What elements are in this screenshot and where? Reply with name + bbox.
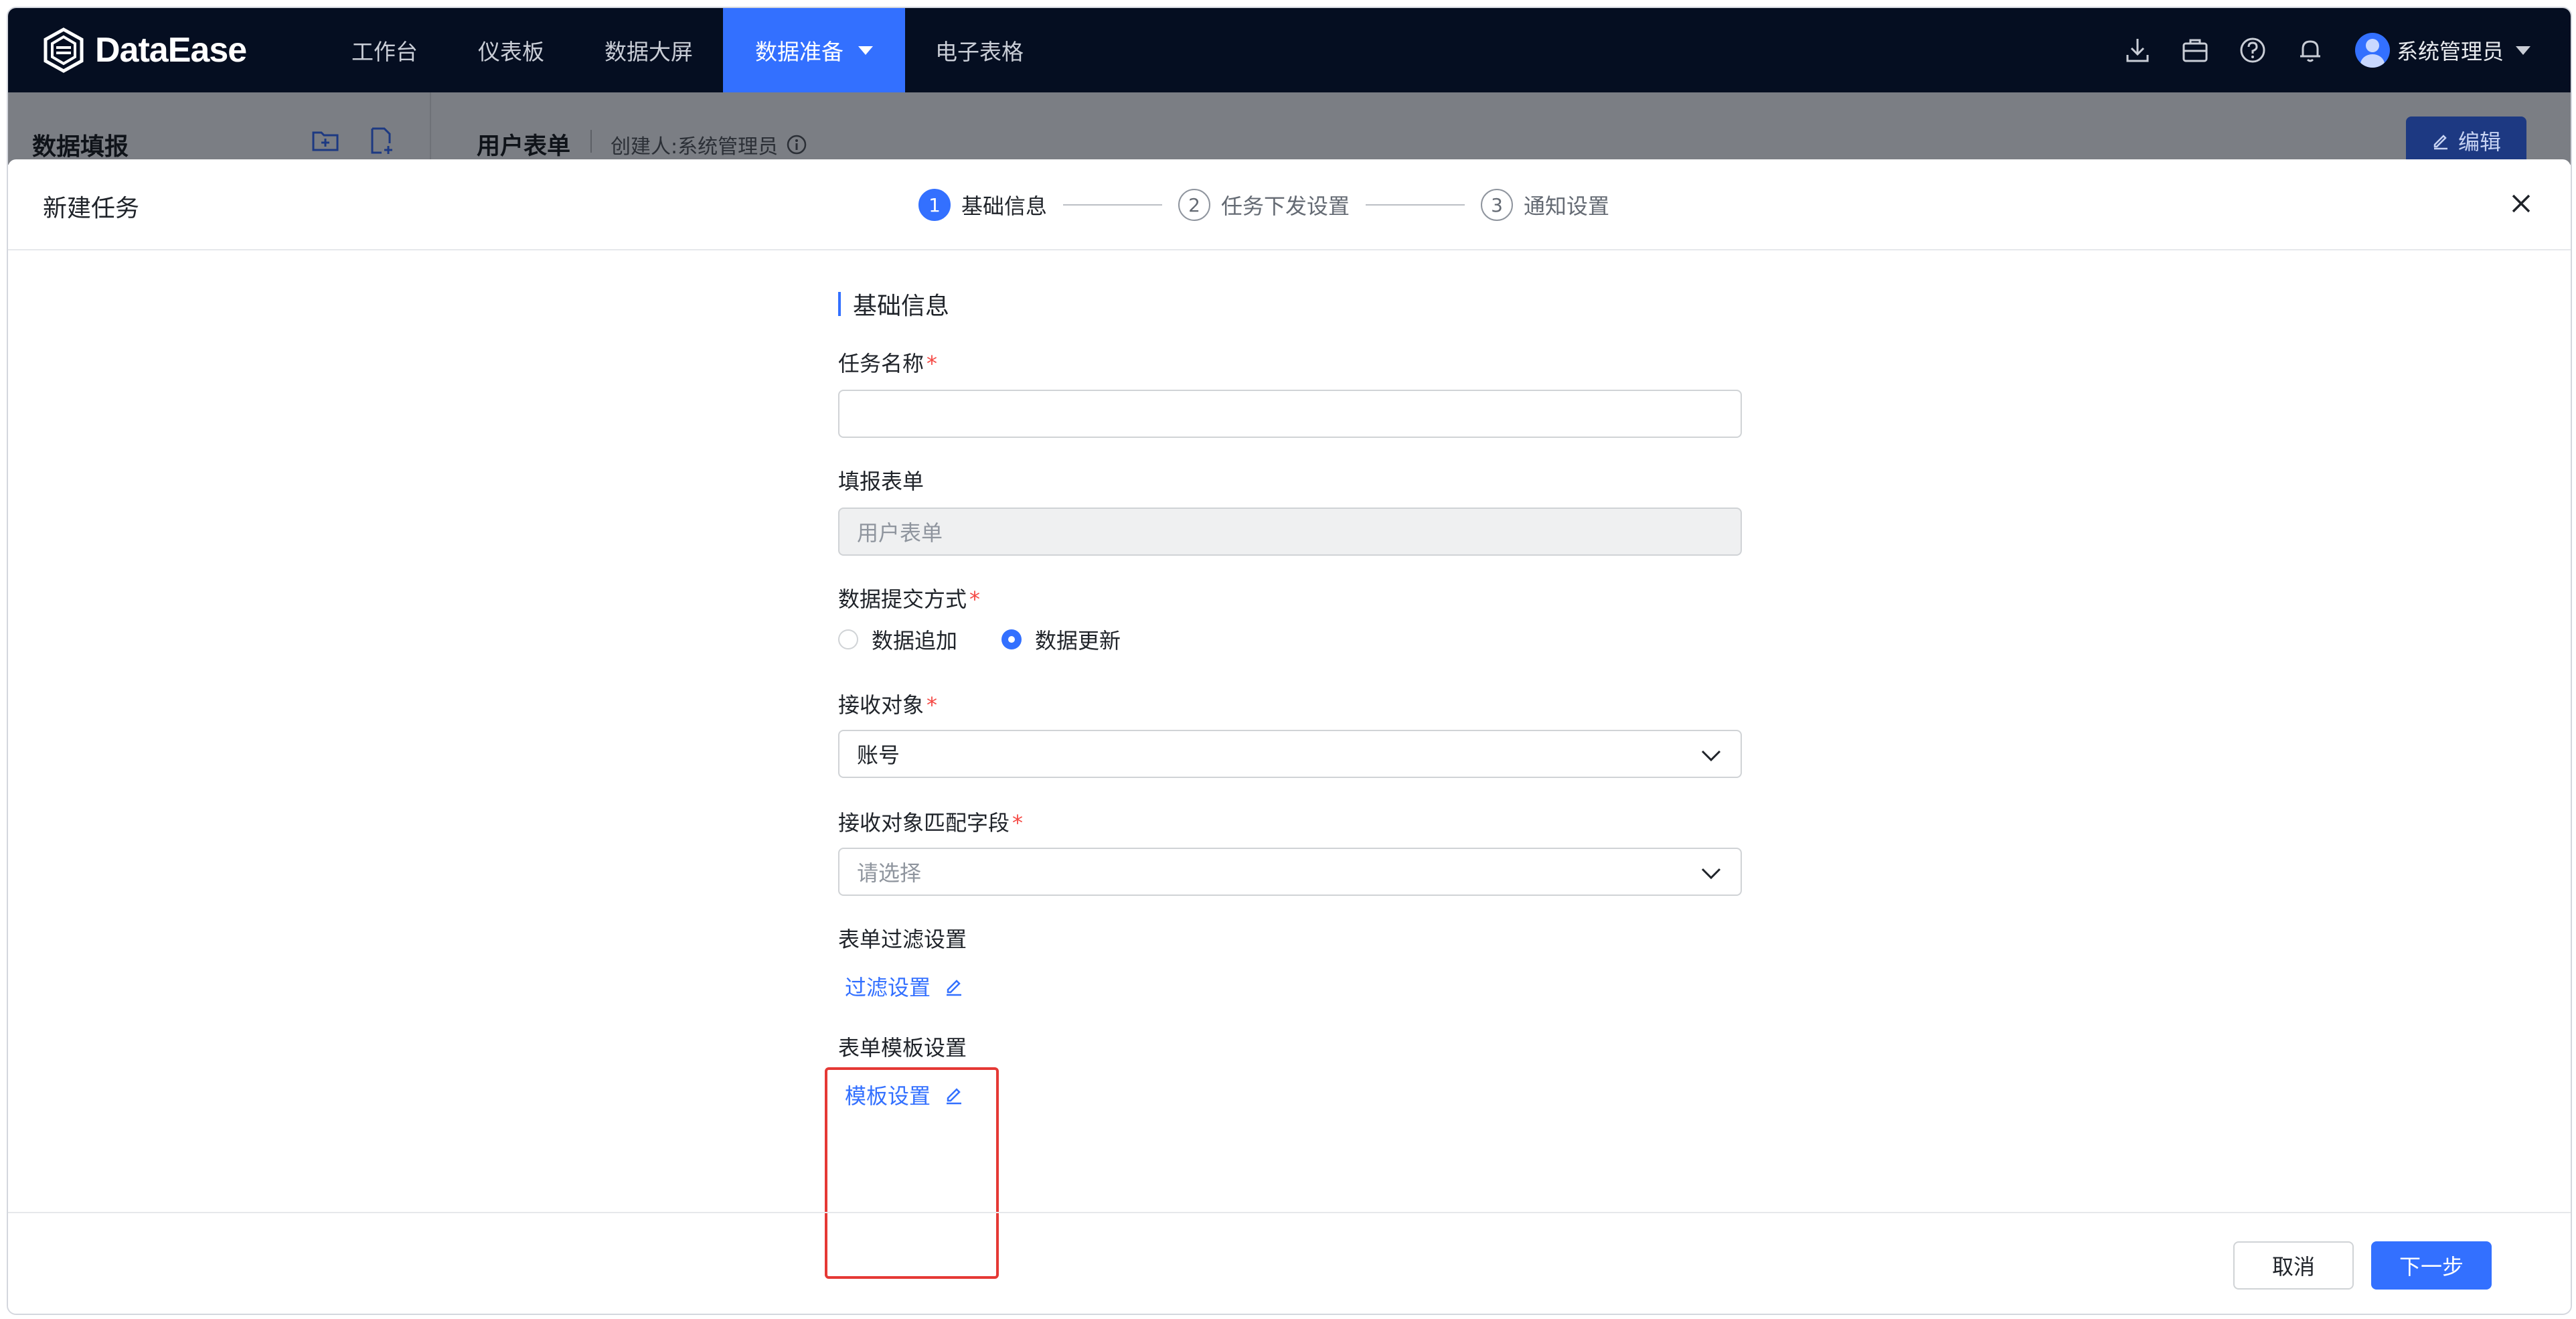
filter-settings-link[interactable]: 过滤设置 (845, 971, 964, 1002)
nav-item-spreadsheet[interactable]: 电子表格 (905, 8, 1054, 92)
radio-update-label[interactable]: 数据更新 (1035, 624, 1121, 655)
avatar (2354, 33, 2390, 68)
briefcase-icon[interactable] (2180, 35, 2210, 66)
nav-item-data-screen[interactable]: 数据大屏 (574, 8, 723, 92)
underlying-sidebar-header: 数据填报 (8, 92, 431, 165)
required-mark: * (1012, 810, 1024, 836)
steps-indicator: 1 基础信息 2 任务下发设置 3 通知设置 (918, 186, 1609, 224)
section-title: 基础信息 (838, 291, 949, 320)
step-connector (1366, 204, 1465, 206)
form-field-value: 用户表单 (857, 520, 943, 546)
cancel-button[interactable]: 取消 (2233, 1241, 2354, 1290)
drawer-title: 新建任务 (43, 195, 140, 222)
radio-append-label[interactable]: 数据追加 (872, 624, 957, 655)
app-name: DataEase (95, 31, 247, 70)
filter-settings-label: 表单过滤设置 (838, 927, 967, 952)
dataease-logo-icon (44, 27, 84, 73)
underlying-creator: 创建人:系统管理员 (590, 130, 807, 159)
pencil-icon (947, 980, 962, 996)
submit-mode-label-text: 数据提交方式 (838, 587, 967, 612)
step-label: 通知设置 (1524, 193, 1610, 219)
section-title-text: 基础信息 (853, 293, 950, 320)
user-name: 系统管理员 (2396, 39, 2504, 64)
chevron-down-icon (2516, 46, 2530, 55)
template-settings-label: 表单模板设置 (838, 1035, 967, 1061)
help-icon[interactable] (2237, 35, 2268, 66)
new-folder-icon[interactable] (311, 126, 340, 155)
step-notification[interactable]: 3 通知设置 (1481, 189, 1609, 221)
creator-text: 创建人:系统管理员 (611, 135, 779, 159)
match-field-label: 接收对象匹配字段 * (838, 806, 1023, 837)
drawer-header: 新建任务 1 基础信息 2 任务下发设置 3 通知设置 (8, 159, 2571, 250)
radio-update[interactable] (1001, 629, 1022, 649)
radio-append[interactable] (838, 629, 858, 649)
nav-item-data-prep[interactable]: 数据准备 (723, 8, 905, 92)
bell-icon[interactable] (2295, 35, 2326, 66)
submit-mode-label: 数据提交方式 * (838, 583, 980, 613)
step-number: 3 (1481, 189, 1514, 221)
step-task-dispatch[interactable]: 2 任务下发设置 (1178, 189, 1350, 221)
step-connector (1063, 204, 1163, 206)
task-name-label: 任务名称 * (838, 347, 937, 378)
divider (590, 130, 592, 153)
task-name-label-text: 任务名称 (838, 351, 924, 376)
required-mark: * (927, 351, 938, 376)
submit-mode-radio-group: 数据追加 数据更新 (838, 624, 1121, 655)
step-number: 1 (918, 189, 951, 221)
required-mark: * (927, 692, 938, 718)
match-field-placeholder: 请选择 (857, 860, 922, 886)
info-icon (787, 135, 807, 155)
required-mark: * (969, 587, 981, 612)
chevron-down-icon (858, 46, 873, 55)
filter-settings-link-text: 过滤设置 (845, 975, 931, 1000)
nav-item-dashboard[interactable]: 仪表板 (448, 8, 574, 92)
close-icon[interactable] (2506, 189, 2536, 218)
form-label: 填报表单 (838, 469, 924, 494)
nav-item-data-prep-label: 数据准备 (755, 39, 843, 65)
underlying-form-title: 用户表单 (477, 133, 571, 160)
nav-right-toolbar: 系统管理员 (2095, 8, 2530, 92)
app-window: DataEase 工作台 仪表板 数据大屏 数据准备 电子表格 系统管理员 数据… (7, 7, 2572, 1315)
step-number: 2 (1178, 189, 1211, 221)
underlying-page: 数据填报 用户表单 创建人:系统管理员 编辑 (8, 92, 2571, 165)
nav-item-workbench[interactable]: 工作台 (321, 8, 448, 92)
new-file-icon[interactable] (367, 126, 396, 155)
pencil-icon (2433, 135, 2447, 150)
form-field-disabled: 用户表单 (838, 508, 1742, 556)
task-name-input[interactable] (838, 390, 1742, 438)
receiver-label: 接收对象 * (838, 688, 937, 719)
top-navbar: DataEase 工作台 仪表板 数据大屏 数据准备 电子表格 系统管理员 (8, 8, 2571, 92)
step-basic-info[interactable]: 1 基础信息 (918, 189, 1047, 221)
section-accent-bar (838, 292, 841, 316)
receiver-select-value: 账号 (857, 743, 900, 768)
edit-button-label: 编辑 (2458, 129, 2501, 155)
edit-button[interactable]: 编辑 (2406, 117, 2526, 165)
chevron-down-icon (1701, 750, 1721, 762)
receiver-select[interactable]: 账号 (838, 730, 1742, 778)
new-task-drawer: 新建任务 1 基础信息 2 任务下发设置 3 通知设置 基础信息 任务名称 * … (8, 159, 2571, 1314)
match-field-select[interactable]: 请选择 (838, 848, 1742, 896)
chevron-down-icon (1701, 868, 1721, 880)
user-menu[interactable]: 系统管理员 (2354, 33, 2530, 68)
main-nav: 工作台 仪表板 数据大屏 数据准备 电子表格 (321, 8, 1054, 92)
match-field-label-text: 接收对象匹配字段 (838, 810, 1010, 836)
step-label: 基础信息 (961, 193, 1048, 219)
step-label: 任务下发设置 (1221, 193, 1350, 219)
drawer-footer: 取消 下一步 (8, 1212, 2571, 1314)
download-icon[interactable] (2122, 35, 2153, 66)
app-logo[interactable]: DataEase (43, 27, 247, 74)
next-step-button[interactable]: 下一步 (2371, 1241, 2492, 1290)
receiver-label-text: 接收对象 (838, 692, 924, 718)
sidebar-title: 数据填报 (32, 133, 129, 161)
